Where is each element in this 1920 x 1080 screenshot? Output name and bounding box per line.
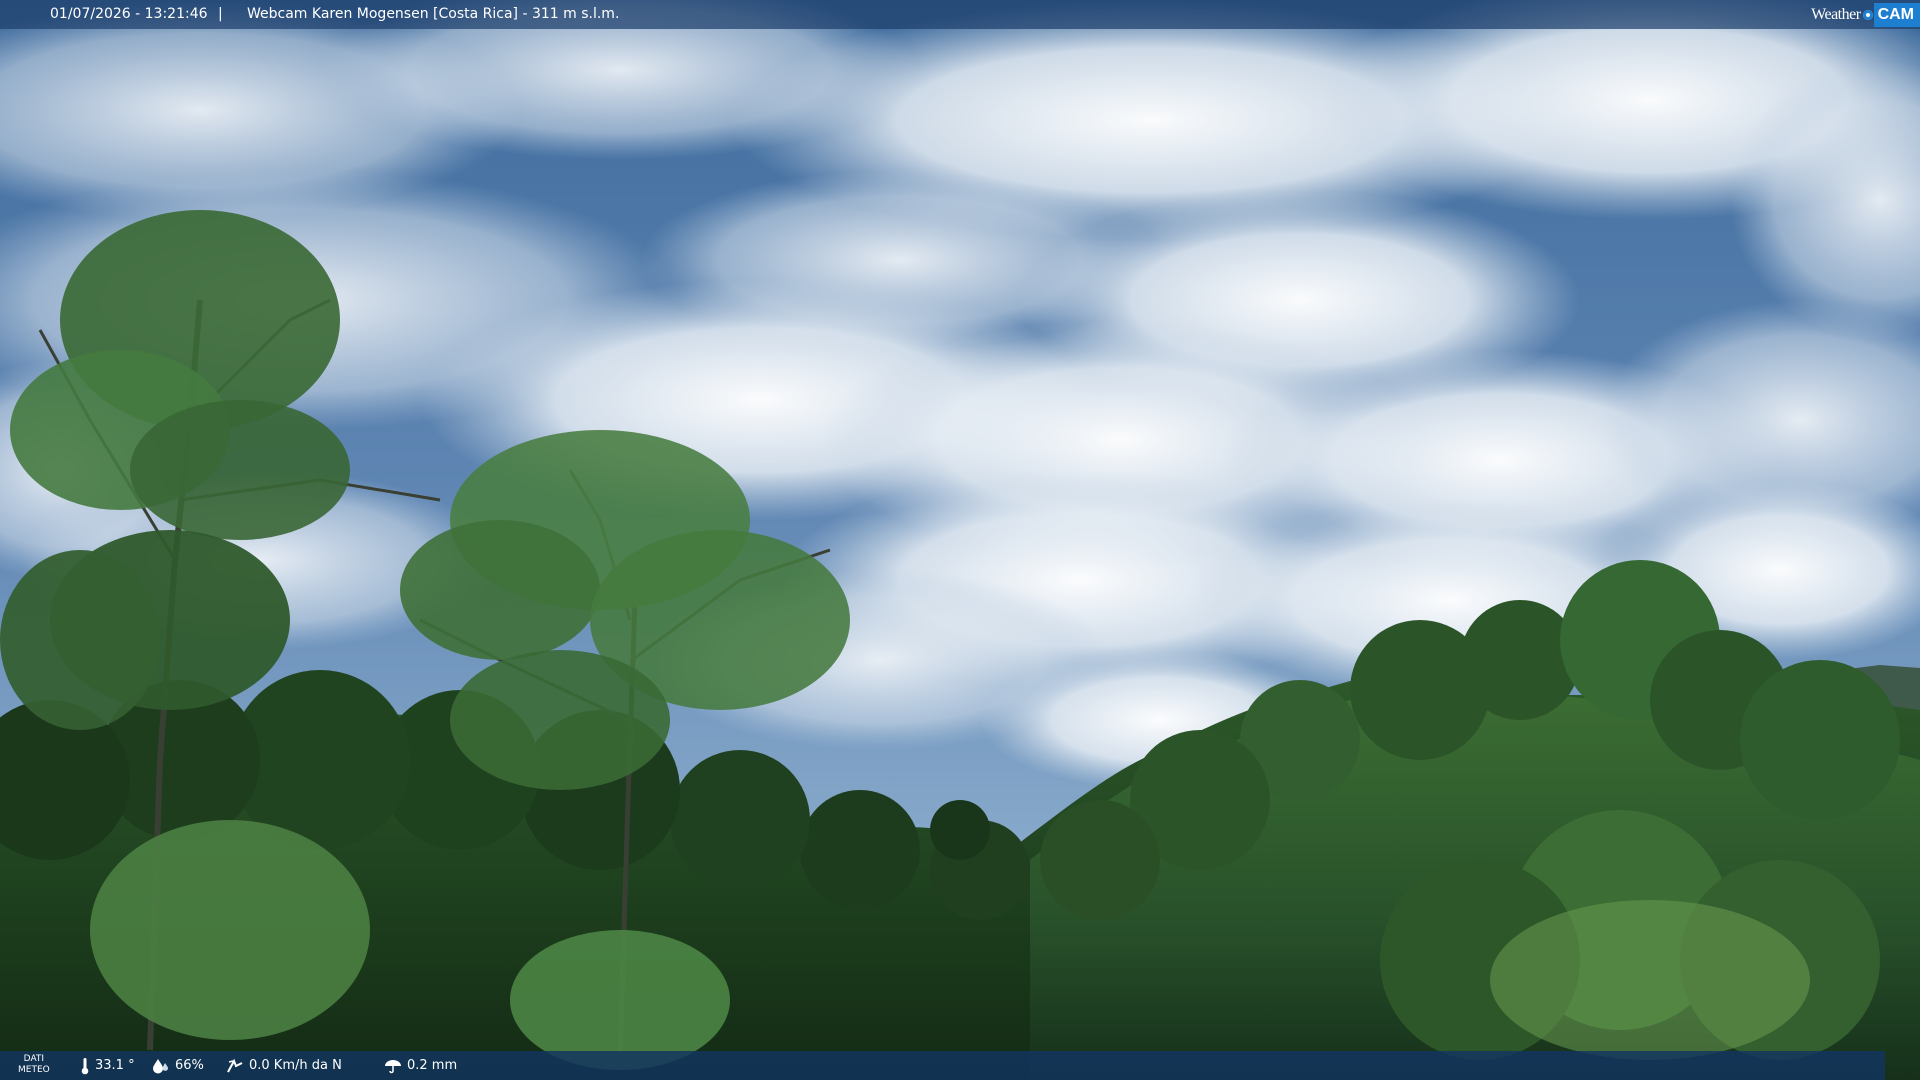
- webcam-title: Webcam Karen Mogensen [Costa Rica] - 311…: [247, 6, 620, 22]
- separator: |: [218, 6, 223, 22]
- temperature-reading: 33.1 °: [80, 1051, 135, 1080]
- logo-cam-text: CAM: [1873, 2, 1920, 27]
- weathercam-logo[interactable]: Weather CAM: [1811, 0, 1920, 29]
- umbrella-icon: [385, 1059, 401, 1073]
- meteo-label-line2: METEO: [18, 1065, 50, 1075]
- humidity-value: 66%: [175, 1058, 204, 1073]
- wind-reading: 0.0 Km/h da N: [226, 1051, 342, 1080]
- humidity-icon: [153, 1058, 168, 1073]
- meteo-label-line1: DATI: [23, 1054, 45, 1064]
- rain-value: 0.2 mm: [407, 1058, 458, 1073]
- logo-dot-icon: [1862, 9, 1873, 20]
- wind-value: 0.0 Km/h da N: [249, 1058, 342, 1073]
- humidity-reading: 66%: [152, 1051, 204, 1080]
- temperature-value: 33.1 °: [95, 1058, 135, 1073]
- meteo-bar: DATI METEO 33.1 ° 66% 0.0 Km/h da N 0.2 …: [0, 1051, 1885, 1080]
- wind-icon: [227, 1058, 243, 1072]
- thermometer-icon: [81, 1057, 89, 1074]
- logo-weather-text: Weather: [1811, 6, 1861, 23]
- landscape-view: [0, 0, 1920, 1080]
- webcam-image: [0, 0, 1920, 1080]
- meteo-label[interactable]: DATI METEO: [18, 1054, 50, 1076]
- datetime: 01/07/2026 - 13:21:46: [50, 6, 208, 22]
- rain-reading: 0.2 mm: [384, 1051, 457, 1080]
- webcam-info-bar: 01/07/2026 - 13:21:46 | Webcam Karen Mog…: [0, 0, 1920, 29]
